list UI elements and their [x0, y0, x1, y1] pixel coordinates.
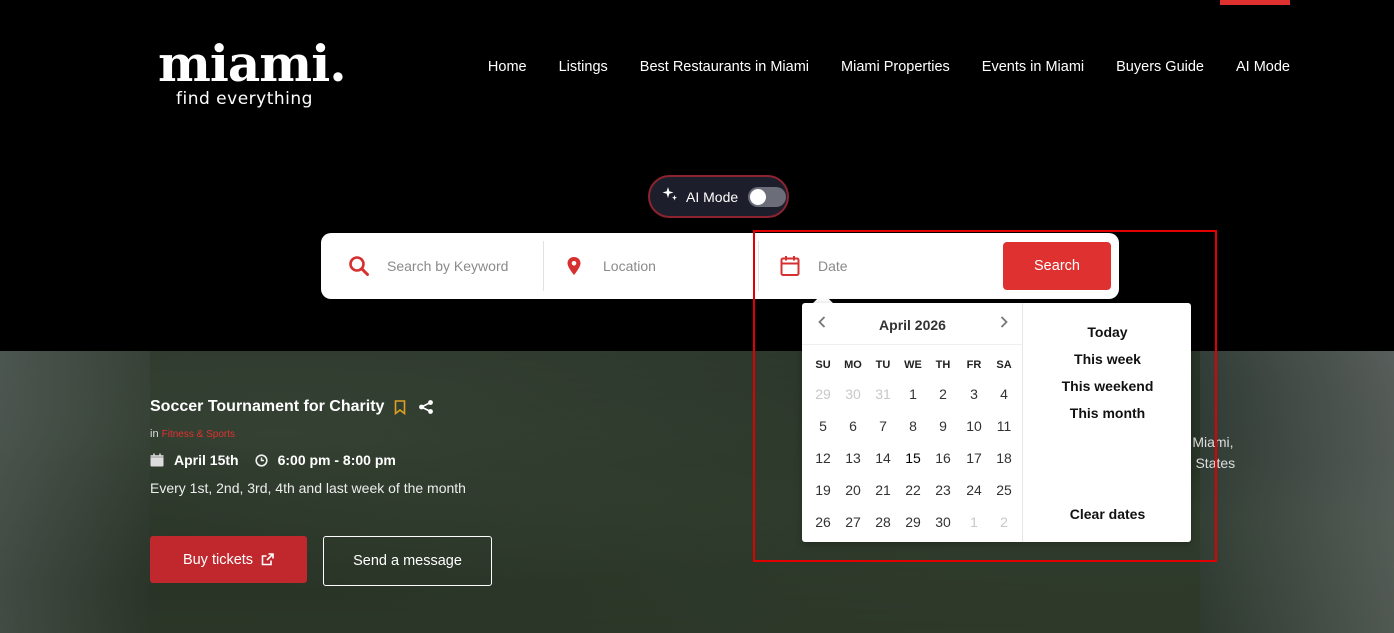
date-picker-presets: Today This week This weekend This month … [1024, 303, 1191, 542]
top-accent-bar [1220, 0, 1290, 5]
calendar-day[interactable]: 6 [838, 418, 868, 434]
share-icon[interactable] [418, 399, 434, 415]
weekday-header: SA [996, 359, 1012, 371]
sparkle-icon [662, 186, 678, 207]
calendar-day[interactable]: 25 [989, 482, 1019, 498]
calendar-day[interactable]: 24 [959, 482, 989, 498]
calendar-day[interactable]: 5 [808, 418, 838, 434]
weekday-header: FR [966, 359, 982, 371]
calendar-day[interactable]: 3 [959, 386, 989, 402]
search-icon [348, 255, 370, 277]
date-picker-month-pane: April 2026 SU MO TU WE TH FR SA 29 30 31 1 2 3 4 5 6 7 8… [802, 303, 1023, 542]
calendar-day[interactable]: 26 [808, 514, 838, 530]
nav-ai-mode[interactable]: AI Mode [1236, 57, 1290, 77]
calendar-day[interactable]: 11 [989, 418, 1019, 434]
preset-this-weekend[interactable]: This weekend [1024, 378, 1191, 394]
main-nav: Home Listings Best Restaurants in Miami … [488, 57, 1290, 77]
buy-tickets-button[interactable]: Buy tickets [150, 536, 307, 583]
calendar-day[interactable]: 19 [808, 482, 838, 498]
nav-buyers-guide[interactable]: Buyers Guide [1116, 57, 1204, 77]
preset-this-week[interactable]: This week [1024, 351, 1191, 367]
calendar-day[interactable]: 14 [868, 450, 898, 466]
clear-dates-button[interactable]: Clear dates [1024, 506, 1191, 522]
calendar-day[interactable]: 27 [838, 514, 868, 530]
site-logo[interactable]: miami. find everything [158, 34, 358, 109]
date-picker-month: April 2026 [879, 317, 946, 333]
nav-home[interactable]: Home [488, 57, 527, 77]
chevron-right-icon[interactable] [996, 315, 1012, 333]
ai-mode-label: AI Mode [686, 188, 739, 205]
map-pin-icon [566, 256, 582, 276]
event-title[interactable]: Soccer Tournament for Charity [150, 398, 384, 416]
event-actions: Buy tickets Send a message [150, 536, 492, 586]
calendar-day[interactable]: 21 [868, 482, 898, 498]
nav-best-restaurants[interactable]: Best Restaurants in Miami [640, 57, 809, 77]
calendar-day[interactable]: 1 [898, 386, 928, 402]
calendar-day[interactable]: 12 [808, 450, 838, 466]
calendar-day[interactable]: 18 [989, 450, 1019, 466]
calendar-day[interactable]: 17 [959, 450, 989, 466]
calendar-day[interactable]: 9 [928, 418, 958, 434]
calendar-day[interactable]: 29 [898, 514, 928, 530]
external-link-icon [261, 553, 274, 566]
calendar-day-outside: 29 [815, 386, 831, 402]
calendar-day[interactable]: 30 [928, 514, 958, 530]
event-recurrence: Every 1st, 2nd, 3rd, 4th and last week o… [150, 480, 466, 496]
date-picker-header: April 2026 [802, 303, 1023, 345]
logo-wordmark: miami. [158, 34, 347, 93]
calendar-day[interactable]: 4 [989, 386, 1019, 402]
search-divider [543, 241, 544, 291]
send-message-button[interactable]: Send a message [323, 536, 492, 586]
weekday-header: WE [904, 359, 922, 371]
date-picker: April 2026 SU MO TU WE TH FR SA 29 30 31 1 2 3 4 5 6 7 8… [802, 303, 1191, 542]
keyword-input[interactable]: Search by Keyword [387, 258, 508, 274]
calendar-day[interactable]: 15 [898, 450, 928, 466]
keyword-field[interactable]: Search by Keyword [348, 233, 508, 299]
event-category-link[interactable]: Fitness & Sports [162, 429, 235, 440]
preset-this-month[interactable]: This month [1024, 405, 1191, 421]
location-input[interactable]: Location [603, 258, 656, 274]
calendar-day[interactable]: 20 [838, 482, 868, 498]
event-time: 6:00 pm - 8:00 pm [277, 452, 396, 468]
nav-miami-properties[interactable]: Miami Properties [841, 57, 950, 77]
event-card: Soccer Tournament for Charity in Fitness… [150, 398, 750, 496]
calendar-day[interactable]: 8 [898, 418, 928, 434]
calendar-small-icon [150, 453, 164, 467]
buy-tickets-label: Buy tickets [182, 551, 254, 568]
weekday-header: SU [815, 359, 831, 371]
calendar-day-outside: 30 [845, 386, 861, 402]
calendar-day-outside: 2 [1000, 514, 1008, 530]
nav-events[interactable]: Events in Miami [982, 57, 1084, 77]
calendar-day[interactable]: 22 [898, 482, 928, 498]
calendar-day[interactable]: 16 [928, 450, 958, 466]
event-category-row: in Fitness & Sports [150, 428, 750, 440]
calendar-day[interactable]: 28 [868, 514, 898, 530]
calendar-day-outside: 1 [970, 514, 978, 530]
calendar-day[interactable]: 2 [928, 386, 958, 402]
ai-mode-toggle[interactable]: AI Mode [648, 175, 789, 218]
event-datetime-row: April 15th 6:00 pm - 8:00 pm [150, 452, 750, 468]
calendar-day[interactable]: 13 [838, 450, 868, 466]
event-title-row: Soccer Tournament for Charity [150, 398, 750, 416]
calendar-day[interactable]: 10 [959, 418, 989, 434]
event-category-prefix: in [150, 428, 159, 440]
weekday-header: TH [935, 359, 951, 371]
ai-mode-switch[interactable] [748, 186, 787, 207]
location-field[interactable]: Location [566, 233, 656, 299]
event-date: April 15th [174, 452, 239, 468]
nav-listings[interactable]: Listings [559, 57, 608, 77]
calendar-day[interactable]: 23 [928, 482, 958, 498]
weekday-header: MO [844, 359, 862, 371]
weekday-header: TU [875, 359, 891, 371]
calendar-day-outside: 31 [875, 386, 891, 402]
clock-icon [254, 453, 268, 467]
bookmark-icon[interactable] [394, 399, 406, 415]
calendar-day[interactable]: 7 [868, 418, 898, 434]
preset-today[interactable]: Today [1024, 324, 1191, 340]
